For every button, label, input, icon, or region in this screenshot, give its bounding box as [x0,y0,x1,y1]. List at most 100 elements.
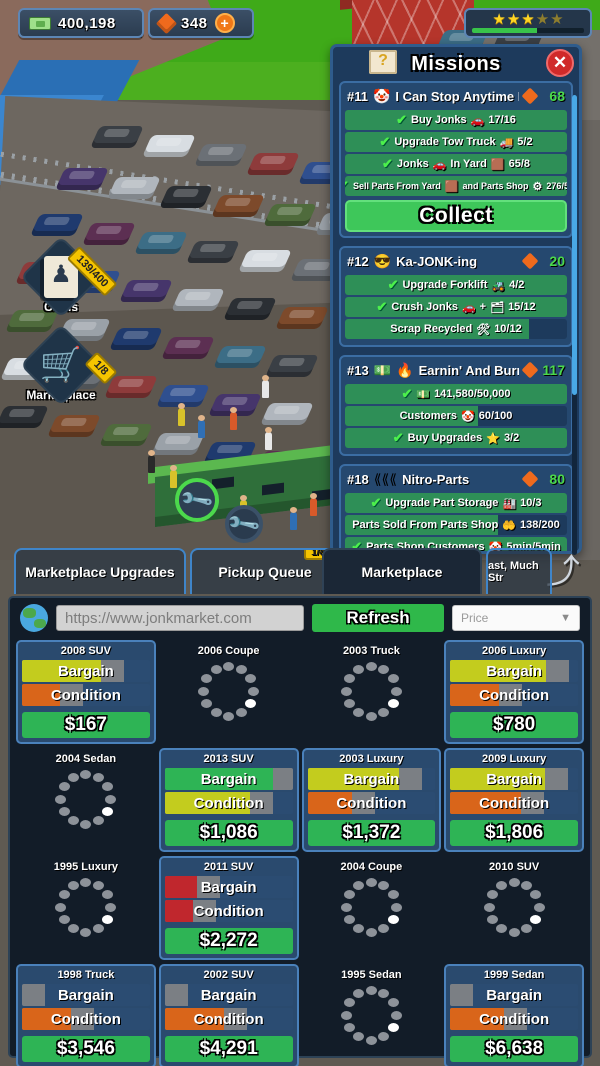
buy-price-button[interactable]: $1,372 [307,820,436,846]
buy-price-button[interactable]: $4,291 [164,1036,293,1062]
vehicle-listing[interactable]: 2013 SUV Bargain Condition $1,086 [158,748,299,852]
listing-loading: 2010 SUV [444,856,584,960]
listing-cell[interactable]: 2013 SUV Bargain Condition $1,086 [158,748,299,852]
spinner-dot [80,819,92,829]
sort-dropdown[interactable]: Price ▼ [452,605,580,631]
listing-cell[interactable]: 2010 SUV [444,856,584,960]
listing-cell[interactable]: 2004 Coupe [302,856,442,960]
close-icon[interactable]: ✕ [546,49,574,77]
task-label: Customers [399,410,458,422]
bargain-label: Bargain [57,986,114,1004]
spinner-dot [483,902,495,912]
buy-price-button[interactable]: $780 [450,712,578,738]
vehicle-listing[interactable]: 2011 SUV Bargain Condition $2,272 [158,856,299,960]
buy-price-button[interactable]: $6,638 [450,1036,578,1062]
task-value: 141,580/50,000 [434,388,511,400]
buy-price-button[interactable]: $167 [22,712,150,738]
check-icon: ✔ [401,386,413,401]
task-label: Upgrade Forklift [402,279,488,291]
mission-reward: 68 [549,88,565,104]
spinner-dot [201,699,213,708]
vehicle-listing[interactable]: 2003 Luxury Bargain Condition $1,372 [301,748,442,852]
vehicle-listing[interactable]: 2009 Luxury Bargain Condition $1,806 [444,748,584,852]
buy-price-button[interactable]: $2,272 [164,928,293,954]
marketplace-tab-bar[interactable]: ⤴ Marketplace Upgrades Pickup Queue 1/8 Mar… [0,548,600,598]
tab-pickup-queue[interactable]: Pickup Queue 1/8 [190,548,340,594]
vehicle-listing[interactable]: 2008 SUV Bargain Condition $167 [16,640,156,744]
buy-price-button[interactable]: $1,086 [164,820,293,846]
parts-station-icon[interactable]: 🔧 [225,505,263,543]
spinner-dot [67,772,79,782]
cards-shortcut[interactable]: 139/400 Cards [19,235,118,319]
spinner-dot [387,915,399,924]
listing-cell[interactable]: 2003 Luxury Bargain Condition $1,372 [301,748,442,852]
listing-cell[interactable]: 1998 Truck Bargain Condition $3,546 [16,964,156,1066]
tab-marketplace-upgrades[interactable]: Marketplace Upgrades [14,548,186,594]
mission-header: #18 ⟪⟪⟪ Nitro-Parts 80 [345,470,567,491]
listing-cell[interactable]: 2008 SUV Bargain Condition $167 [16,640,156,744]
add-gems-button[interactable]: + [214,13,235,33]
tab-label: Pickup Queue [218,564,312,580]
listing-cell[interactable]: 1995 Luxury [16,856,156,960]
mission-card[interactable]: #18 ⟪⟪⟪ Nitro-Parts 80 ✔ Upgrade Part Storage… [339,464,573,551]
shopping-cart-icon: 🛒 [39,346,83,384]
url-input[interactable]: https://www.jonkmarket.com [56,605,304,631]
listing-title: 2011 SUV [203,861,254,873]
listing-title: 1999 Sedan [483,969,545,981]
marketplace-plate-inner: 🛒 [32,336,90,394]
marketplace-panel[interactable]: https://www.jonkmarket.com Refresh Price… [8,596,592,1066]
mission-card[interactable]: #11🤡I Can Stop Anytime I Want68✔Buy Jonk… [339,81,573,238]
tab-ast-much-str[interactable]: ast, Much Str [486,548,552,594]
gem-counter[interactable]: 348 + [148,8,254,38]
listing-loading: 1995 Sedan [302,964,442,1066]
mission-task: ✔Sell Parts From Yard🟫and Parts Shop⚙276… [345,176,567,196]
mission-header: #12 😎 Ka-JONK-ing 20 [345,252,567,273]
task-text: ✔ Upgrade Part Storage 🏭 10/3 [370,495,541,511]
spinner-dot [521,924,533,934]
task-label: Jonks [396,158,429,170]
vehicle-listing[interactable]: 2006 Luxury Bargain Condition $780 [444,640,584,744]
missions-list[interactable]: #11🤡I Can Stop Anytime I Want68✔Buy Jonk… [333,81,579,551]
missions-scrollbar-thumb[interactable] [572,95,577,395]
missions-panel[interactable]: Missions ✕ #11🤡I Can Stop Anytime I Want… [330,44,582,555]
listings-grid[interactable]: 2008 SUV Bargain Condition $167 2006 Coupe 20… [10,638,590,1066]
task-label-2: + [479,301,487,313]
listing-cell[interactable]: 2006 Luxury Bargain Condition $780 [444,640,584,744]
cash-counter[interactable]: 400,198 [18,8,144,38]
parts-station-active-icon[interactable]: 🔧 [175,478,219,522]
listing-title: 2009 Luxury [482,753,547,765]
refresh-button[interactable]: Refresh [312,604,444,632]
mission-card[interactable]: #13💵🔥Earnin' And Burnin'117✔💵141,580/50,… [339,355,573,456]
spinner-dot [365,927,377,937]
tab-marketplace[interactable]: Marketplace [322,548,482,594]
listing-cell[interactable]: 2009 Luxury Bargain Condition $1,806 [444,748,584,852]
loading-spinner-icon [340,876,402,938]
task-label: Scrap Recycled [390,323,473,335]
buy-price-button[interactable]: $3,546 [22,1036,150,1062]
star-rating[interactable]: ★ ★ ★ ★ ★ [464,8,592,38]
listing-cell[interactable]: 2006 Coupe [159,640,299,744]
listing-cell[interactable]: 1999 Sedan Bargain Condition $6,638 [444,964,584,1066]
spinner-dot [353,924,365,934]
mission-card[interactable]: #12 😎 Ka-JONK-ing 20 ✔ Upgrade Forklift 🚜 4/2 ✔ C… [339,246,573,347]
task-value: 4/2 [509,279,525,291]
marketplace-shortcut[interactable]: 🛒 1/8 Marketplace [19,323,118,407]
condition-label: Condition [479,1010,550,1028]
task-icon-2: 🗂 [490,301,505,314]
listing-cell[interactable]: 2003 Truck [302,640,442,744]
vehicle-listing[interactable]: 1998 Truck Bargain Condition $3,546 [16,964,156,1066]
collect-button[interactable]: Collect [345,200,567,232]
task-icon-2: ⚙ [532,180,543,193]
missions-scrollbar[interactable] [572,95,577,555]
listing-title: 2008 SUV [60,645,111,657]
vehicle-listing[interactable]: 1999 Sedan Bargain Condition $6,638 [444,964,584,1066]
spinner-dot [378,664,390,674]
listing-cell[interactable]: 2004 Sedan [16,748,156,852]
listing-cell[interactable]: 2002 SUV Bargain Condition $4,291 [158,964,299,1066]
listing-cell[interactable]: 2011 SUV Bargain Condition $2,272 [158,856,299,960]
marketplace-toolbar: https://www.jonkmarket.com Refresh Price… [10,598,590,638]
vehicle-listing[interactable]: 2002 SUV Bargain Condition $4,291 [158,964,299,1066]
loading-spinner-icon [340,660,402,722]
buy-price-button[interactable]: $1,806 [450,820,578,846]
listing-cell[interactable]: 1995 Sedan [302,964,442,1066]
